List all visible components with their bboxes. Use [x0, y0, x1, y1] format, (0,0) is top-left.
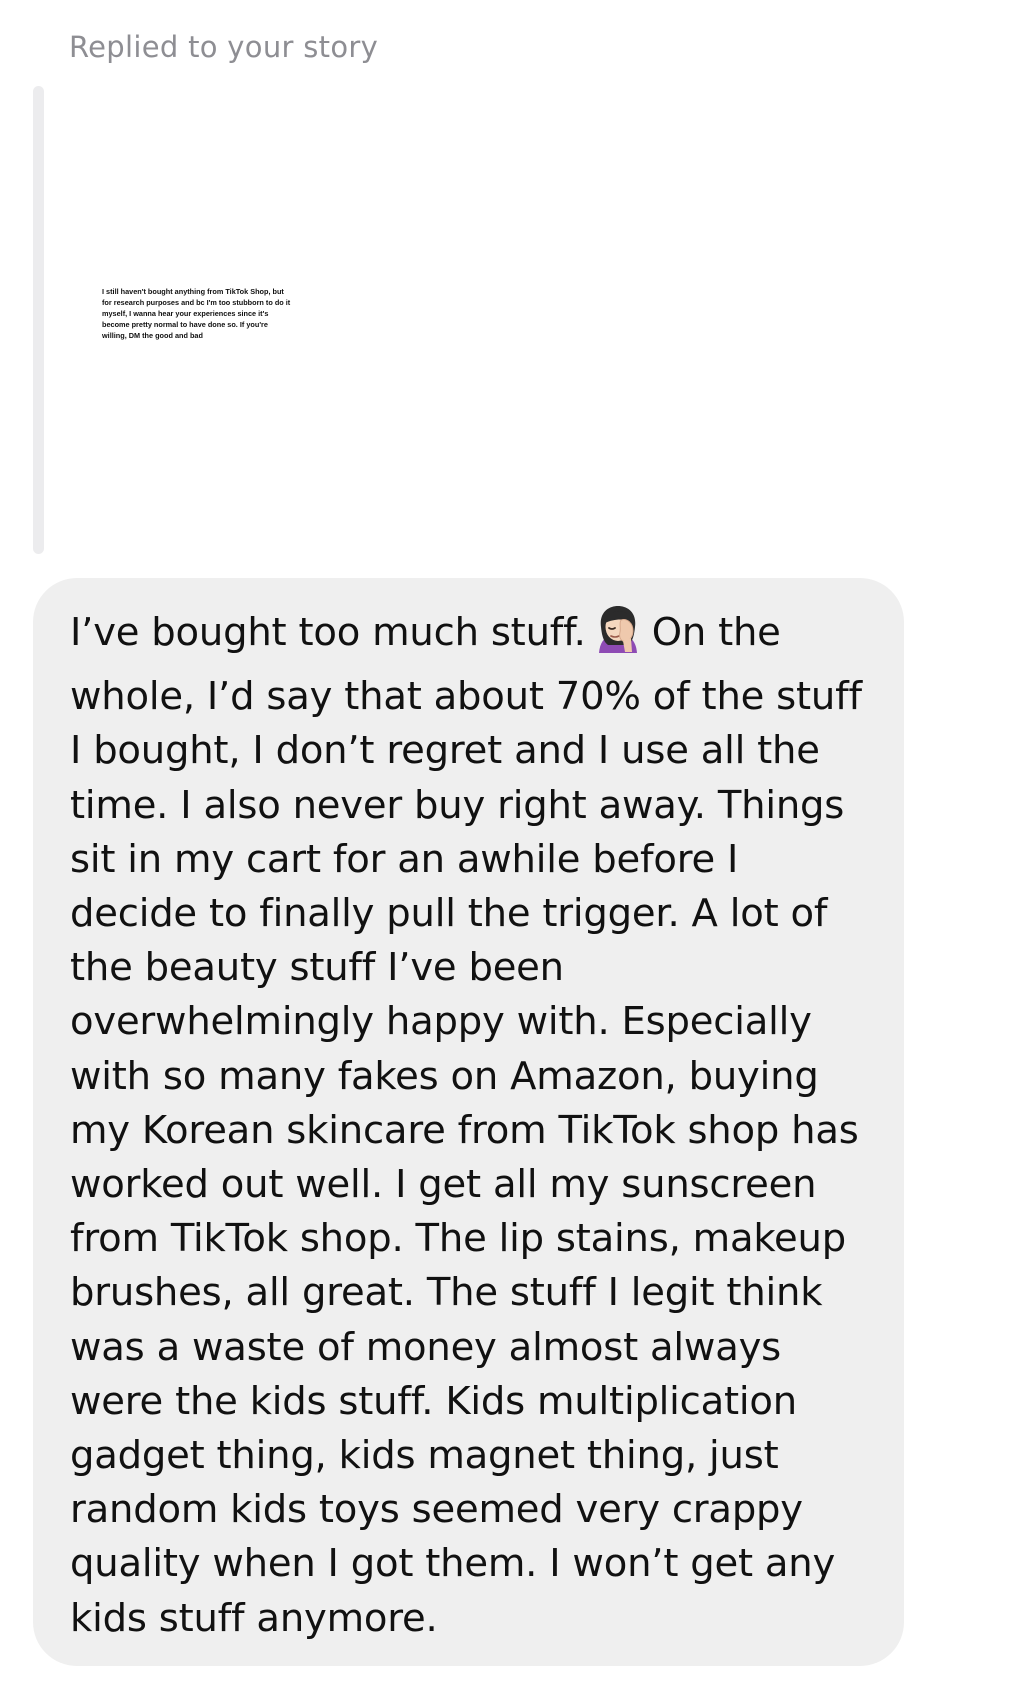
story-text: I still haven't bought anything from Tik… [102, 287, 291, 340]
reply-header: Replied to your story [69, 30, 379, 64]
story-quote-bar [33, 86, 44, 554]
message-text-start: I’ve bought too much stuff. [70, 610, 586, 655]
message-bubble[interactable]: I’ve bought too much stuff. On the whole… [33, 578, 904, 1666]
woman-facepalming-icon [592, 603, 644, 670]
story-preview[interactable]: I still haven't bought anything from Tik… [90, 86, 390, 554]
message-text-rest: On the whole, I’d say that about 70% of … [70, 610, 862, 1641]
message-text: I’ve bought too much stuff. On the whole… [70, 603, 874, 1646]
